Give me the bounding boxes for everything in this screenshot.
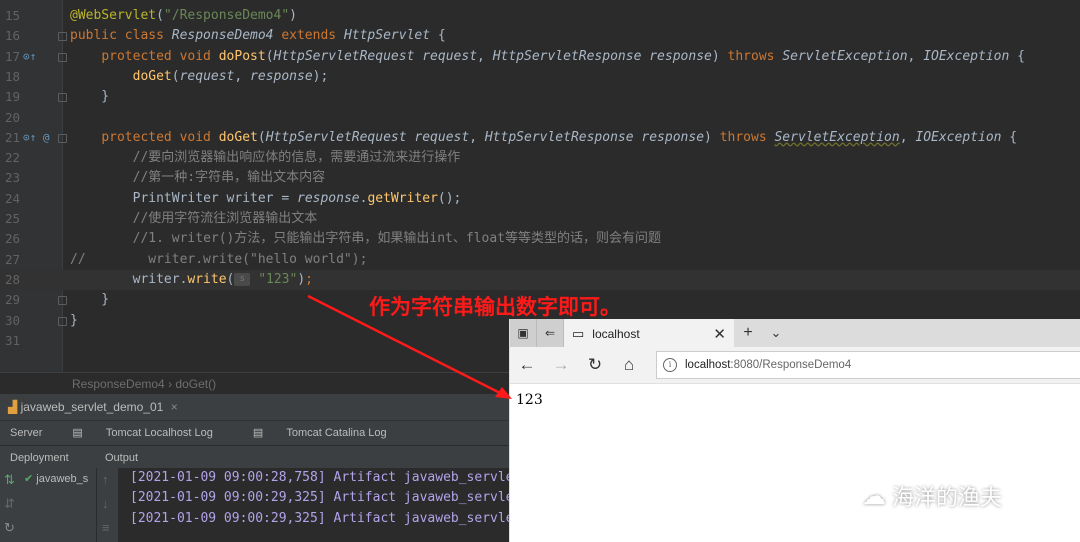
- watermark: ☁ 海洋的渔夫: [862, 480, 1002, 512]
- annotation-arrow: [307, 294, 512, 399]
- annotation-text: 作为字符串输出数字即可。: [369, 295, 621, 319]
- watermark-label: 海洋的渔夫: [892, 486, 1003, 511]
- wechat-icon: ☁: [862, 482, 886, 510]
